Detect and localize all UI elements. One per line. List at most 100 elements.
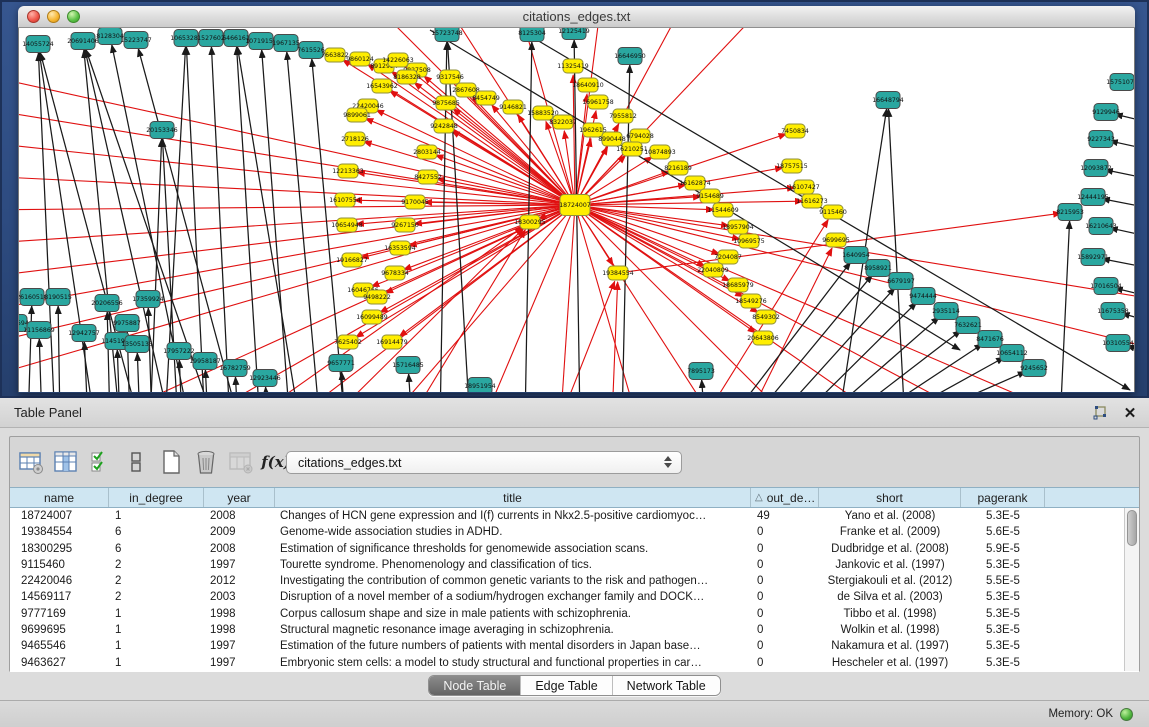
table-row[interactable]: 946554611997Estimation of the future num… [10,638,1123,654]
column-header-title[interactable]: title [275,488,751,507]
graph-node[interactable]: 7450834 [781,124,809,138]
row-height-icon[interactable] [122,448,150,476]
graph-node[interactable]: 8215953 [1056,204,1084,221]
graph-node[interactable]: 9498222 [363,290,391,304]
graph-node[interactable]: 16648794 [872,92,904,109]
graph-node[interactable]: 7895173 [687,363,715,380]
graph-node[interactable]: 16162874 [679,176,711,190]
graph-node[interactable]: 8990448 [598,132,626,146]
vertical-scrollbar[interactable] [1124,508,1139,671]
graph-node[interactable]: 9317546 [436,70,464,84]
graph-node[interactable]: 17016504 [1090,278,1122,295]
table-row[interactable]: 969969511998Structural magnetic resonanc… [10,622,1123,638]
graph-node[interactable]: 18640910 [572,78,604,92]
graph-node[interactable]: 18549276 [735,294,767,308]
graph-node[interactable]: 9129946 [1092,104,1120,121]
table-row[interactable]: 977716911998Corpus callosum shape and si… [10,606,1123,622]
graph-node[interactable]: 15223747 [120,32,152,49]
graph-node[interactable]: 16099489 [356,310,388,324]
float-panel-icon[interactable] [1091,404,1109,422]
graph-node[interactable]: 12942757 [68,325,100,342]
show-columns-icon[interactable] [52,448,80,476]
graph-node[interactable]: 9115460 [819,205,847,219]
graph-node[interactable]: 12444195 [1077,189,1109,206]
graph-node[interactable]: 10654112 [996,345,1028,362]
network-canvas[interactable]: 1405572420691406812830415223747106532871… [18,28,1135,392]
delete-table-icon[interactable] [192,448,220,476]
graph-node[interactable]: 20691406 [67,33,99,50]
memory-ok-icon[interactable] [1120,708,1133,721]
graph-node[interactable]: 11544609 [707,203,739,217]
graph-node[interactable]: 15716485 [392,357,424,374]
graph-node[interactable]: 8125304 [518,28,546,42]
table-settings-icon[interactable] [17,448,45,476]
table-row[interactable]: 946362711997Embryonic stem cells: a mode… [10,655,1123,671]
graph-node[interactable]: 10874893 [644,145,676,159]
graph-node[interactable]: 19384554 [602,266,634,280]
graph-node[interactable]: 9146821 [499,100,527,114]
window-titlebar[interactable]: citations_edges.txt [18,6,1135,28]
graph-node[interactable]: 16210643 [1085,218,1117,235]
column-header-name[interactable]: name [10,488,109,507]
graph-node[interactable]: 2803144 [413,145,441,159]
graph-node[interactable]: 9474444 [909,288,937,305]
graph-node[interactable]: 11156869 [23,322,55,339]
graph-node[interactable]: 15751074 [1106,74,1134,91]
graph-node[interactable]: 12093872 [1080,160,1112,177]
graph-node[interactable]: 7955812 [609,109,637,123]
graph-node[interactable]: 8190515 [44,289,72,306]
graph-node[interactable]: 9678334 [381,266,409,280]
graph-node[interactable]: 20206556 [91,295,123,312]
graph-node[interactable]: 9899061 [343,108,371,122]
scrollbar-thumb[interactable] [1127,510,1137,546]
graph-node[interactable]: 9975887 [113,315,141,332]
graph-node[interactable]: 8186328 [393,70,421,84]
graph-node[interactable]: 1967135 [272,35,300,52]
graph-node[interactable]: 20153346 [146,122,178,139]
graph-node[interactable]: 18724007 [559,195,591,216]
column-header-in_degree[interactable]: in_degree [109,488,204,507]
graph-node[interactable]: 9227343 [1087,131,1115,148]
graph-node[interactable]: 7625402 [334,335,362,349]
table-row[interactable]: 1830029562008Estimation of significance … [10,541,1123,557]
graph-node[interactable]: 16646950 [614,48,646,65]
graph-node[interactable]: 6679197 [887,273,915,290]
graph-node[interactable]: 9242848 [430,119,458,133]
graph-node[interactable]: 16782759 [219,360,251,377]
graph-node[interactable]: 18757515 [776,159,808,173]
graph-node[interactable]: 12923446 [249,370,281,387]
graph-node[interactable]: 19958187 [189,353,221,370]
table-row[interactable]: 911546021997Tourette syndrome. Phenomeno… [10,557,1123,573]
graph-node[interactable]: 9875685 [432,96,460,110]
graph-node[interactable]: 18951954 [464,378,496,393]
graph-node[interactable]: 1640954 [842,247,870,264]
table-select-dropdown[interactable]: citations_edges.txt [286,451,682,474]
table-row[interactable]: 1456911722003Disruption of a novel membe… [10,589,1123,605]
graph-node[interactable]: 16107427 [788,180,820,194]
graph-node[interactable]: 8427552 [414,170,442,184]
graph-node[interactable]: 2718126 [341,132,369,146]
graph-node[interactable]: 8958921 [864,260,892,277]
graph-node[interactable]: 11675358 [1097,303,1129,320]
graph-node[interactable]: 15723748 [431,28,463,42]
graph-node[interactable]: 10310554 [1102,335,1134,352]
graph-node[interactable]: 8454749 [472,91,500,105]
graph-node[interactable]: 9657771 [327,355,355,372]
graph-node[interactable]: 14055724 [22,36,54,53]
graph-node[interactable]: 9245652 [1020,360,1048,377]
graph-node[interactable]: 6794028 [626,129,654,143]
close-panel-icon[interactable]: ✕ [1121,404,1139,422]
graph-node[interactable]: 8322037 [549,115,577,129]
graph-node[interactable]: 9154689 [696,189,724,203]
table-row[interactable]: 2242004622012Investigating the contribut… [10,573,1123,589]
graph-node[interactable]: 9267150 [391,218,419,232]
graph-node[interactable]: 7204087 [714,250,742,264]
graph-node[interactable]: 13505135 [121,336,153,353]
graph-node[interactable]: 9170045 [401,195,429,209]
graph-node[interactable]: 7632621 [954,317,982,334]
graph-node[interactable]: 8216189 [664,161,692,175]
new-table-icon[interactable] [157,448,185,476]
select-rows-icon[interactable] [87,448,115,476]
table-row[interactable]: 1872400712008Changes of HCN gene express… [10,508,1123,524]
column-header-year[interactable]: year [204,488,275,507]
